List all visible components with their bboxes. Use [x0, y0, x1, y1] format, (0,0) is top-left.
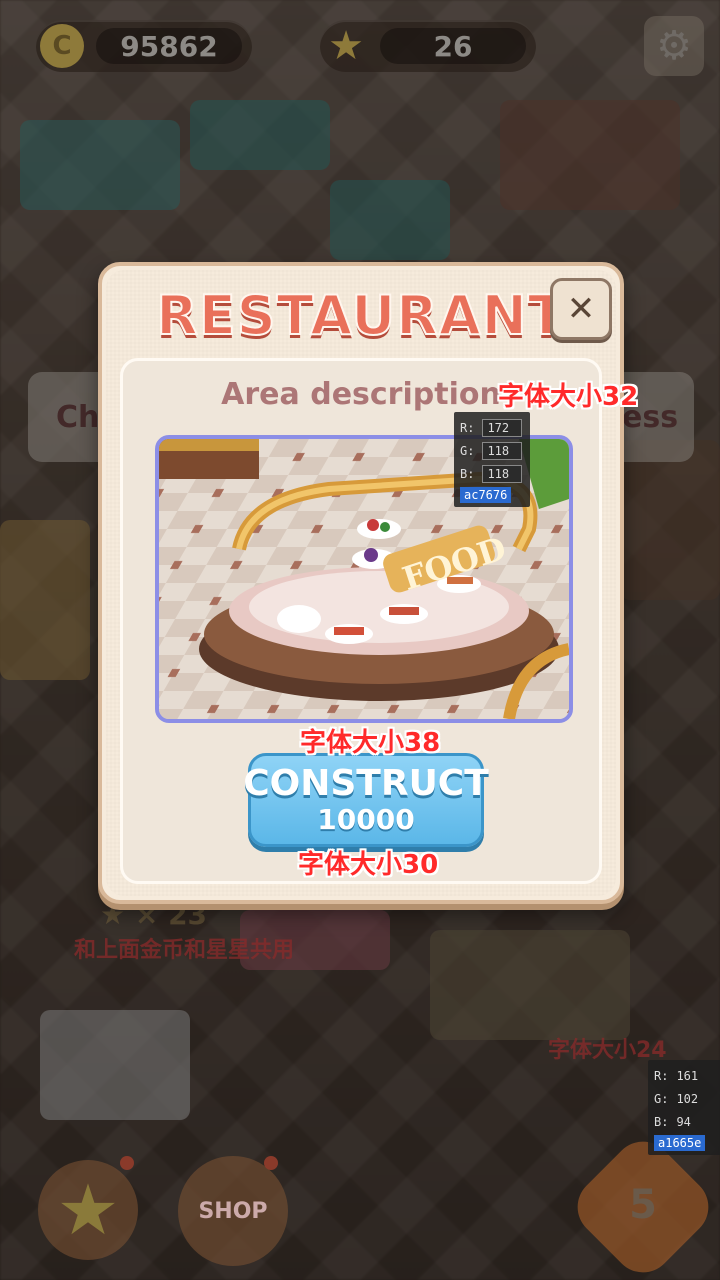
picker2-b: 94 — [676, 1114, 691, 1129]
color-picker-1: R: 172 G: 118 B: 118 ac7676 — [454, 412, 530, 507]
level-number: 5 — [629, 1182, 657, 1228]
coin-icon: C — [40, 24, 84, 68]
favorite-button[interactable]: ★ — [38, 1160, 138, 1260]
construct-label: CONSTRUCT — [243, 763, 489, 804]
gear-icon[interactable]: ⚙ — [644, 16, 704, 76]
restaurant-modal: RESTAURANT ✕ Area description FOOD CONST… — [98, 262, 624, 904]
construct-cost: 10000 — [317, 803, 415, 836]
picker2-g: 102 — [676, 1091, 699, 1106]
picker2-hex: a1665e — [654, 1135, 706, 1151]
star-icon: ★ — [328, 23, 364, 69]
shop-label: SHOP — [198, 1198, 268, 1224]
notification-dot — [264, 1156, 278, 1170]
picker1-g: 118 — [482, 441, 523, 460]
construct-button[interactable]: CONSTRUCT 10000 — [243, 753, 489, 847]
shared-note: 和上面金币和星星共用 — [74, 938, 295, 963]
font-size-note-30: 字体大小30 — [298, 850, 439, 880]
close-icon: ✕ — [566, 289, 596, 329]
picker1-r: 172 — [482, 418, 523, 437]
star-value: 26 — [380, 28, 526, 64]
picker1-hex: ac7676 — [460, 487, 512, 503]
font-size-note-32: 字体大小32 — [498, 382, 639, 412]
shop-button[interactable]: SHOP — [178, 1156, 288, 1266]
picker2-r: 161 — [676, 1068, 699, 1083]
star-counter: ★ 26 — [320, 20, 536, 72]
modal-title: RESTAURANT — [155, 283, 566, 348]
coin-value: 95862 — [96, 28, 242, 64]
picker1-b: 118 — [482, 464, 523, 483]
star-icon: ★ — [56, 1169, 120, 1251]
coin-counter: C 95862 — [36, 20, 252, 72]
close-button[interactable]: ✕ — [550, 278, 612, 340]
font-size-note-38: 字体大小38 — [300, 728, 441, 758]
color-picker-2: R: 161 G: 102 B: 94 a1665e — [648, 1060, 720, 1155]
notification-dot — [120, 1156, 134, 1170]
game-screen: Chi ess C 95862 ★ 26 ⚙ ★ × 23 和上面金币和星星共用… — [0, 0, 720, 1280]
